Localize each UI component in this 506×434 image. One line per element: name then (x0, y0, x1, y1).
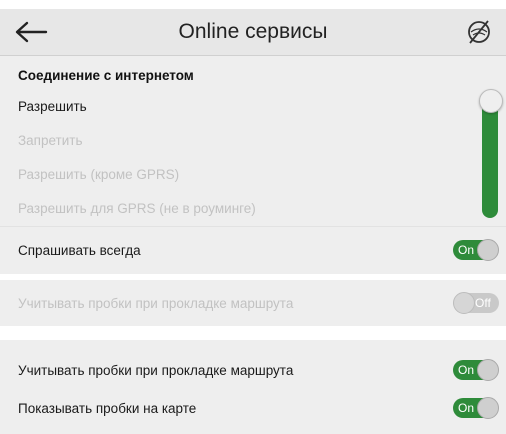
toggle-knob (477, 359, 499, 381)
section-title-connection: Соединение с интернетом (18, 68, 194, 83)
top-bar: Online сервисы (0, 9, 506, 56)
connection-mode-slider-track[interactable] (482, 97, 498, 218)
option-allow-gprs-no-roaming[interactable]: Разрешить для GPRS (не в роуминге) (18, 201, 256, 216)
traffic-route-disabled-toggle[interactable]: Off (453, 292, 499, 314)
traffic-panel: Учитывать пробки при прокладке маршрута … (0, 340, 506, 434)
connection-panel: Соединение с интернетом Разрешить Запрет… (0, 56, 506, 274)
toggle-knob (477, 239, 499, 261)
toggle-knob (477, 397, 499, 419)
toggle-state-label: On (458, 243, 475, 257)
traffic-map-toggle[interactable]: On (453, 397, 499, 419)
divider (0, 226, 506, 227)
option-allow-except-gprs[interactable]: Разрешить (кроме GPRS) (18, 167, 179, 182)
toggle-state-label: On (458, 401, 475, 415)
toggle-knob (453, 292, 475, 314)
toggle-state-label: On (458, 363, 475, 377)
offline-slashed-circle-icon[interactable] (466, 19, 492, 45)
traffic-route-label: Учитывать пробки при прокладке маршрута (18, 363, 294, 378)
option-allow[interactable]: Разрешить (18, 99, 87, 114)
ask-always-label: Спрашивать всегда (18, 243, 141, 258)
traffic-map-label: Показывать пробки на карте (18, 401, 197, 416)
traffic-route-disabled-label: Учитывать пробки при прокладке маршрута (18, 296, 294, 311)
ask-always-toggle[interactable]: On (453, 239, 499, 261)
page-title: Online сервисы (178, 20, 328, 43)
section-gap (0, 326, 506, 340)
option-deny[interactable]: Запретить (18, 133, 82, 148)
toggle-state-label: Off (475, 296, 491, 310)
traffic-disabled-panel: Учитывать пробки при прокладке маршрута … (0, 280, 506, 326)
traffic-route-toggle[interactable]: On (453, 359, 499, 381)
connection-mode-slider-knob[interactable] (479, 89, 503, 113)
